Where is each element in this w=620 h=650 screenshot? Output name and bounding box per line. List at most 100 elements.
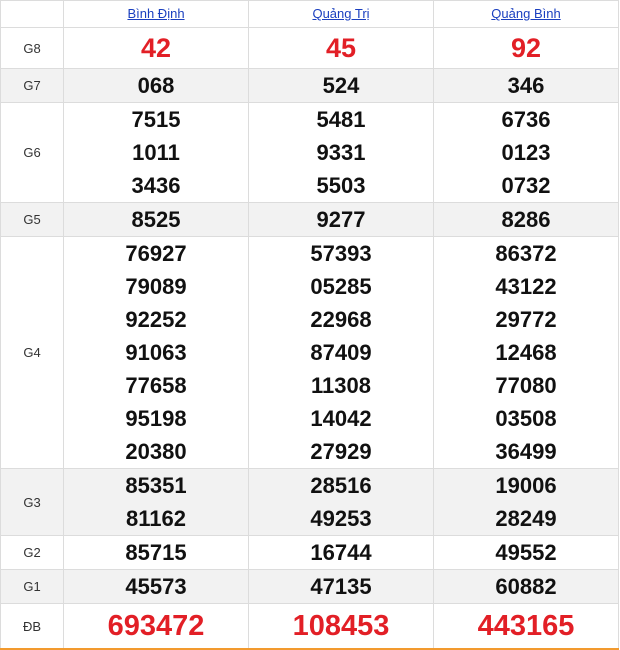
prize-cell: 45573 — [63, 569, 249, 604]
prize-number: 49552 — [495, 540, 557, 565]
prize-number: 60882 — [495, 574, 557, 599]
header-corner — [0, 0, 64, 28]
prize-number: 1011 — [132, 140, 180, 165]
prize-number: 6736 — [501, 107, 551, 132]
prize-number: 28516 — [310, 473, 372, 498]
prize-cell: 19006 28249 — [433, 468, 619, 536]
special-prize-number: 693472 — [107, 610, 205, 642]
prize-number: 27929 — [310, 439, 372, 464]
prize-number: 86372 — [495, 241, 557, 266]
header-province-1: Bình Định — [63, 0, 249, 28]
prize-number: 3436 — [131, 173, 181, 198]
special-prize-number: 443165 — [477, 610, 575, 642]
lottery-results-table: Bình Định Quảng Trị Quảng Bình G8 42 45 … — [0, 0, 619, 649]
prize-cell: 28516 49253 — [248, 468, 434, 536]
prize-label: G6 — [0, 102, 64, 203]
prize-number: 9277 — [316, 207, 366, 232]
prize-number: 47135 — [310, 574, 372, 599]
prize-number: 77658 — [125, 373, 187, 398]
prize-number: 29772 — [495, 307, 557, 332]
province-header-row: Bình Định Quảng Trị Quảng Bình — [0, 0, 619, 28]
prize-cell: 524 — [248, 68, 434, 103]
prize-label: G5 — [0, 202, 64, 237]
prize-number: 43122 — [495, 274, 557, 299]
prize-row-special: ĐB 693472 108453 443165 — [0, 603, 619, 649]
prize-cell: 49552 — [433, 535, 619, 570]
province-link-quang-tri[interactable]: Quảng Trị — [312, 6, 369, 21]
prize-number: 36499 — [495, 439, 557, 464]
prize-number: 77080 — [495, 373, 557, 398]
prize-label: G7 — [0, 68, 64, 103]
header-province-3: Quảng Bình — [433, 0, 619, 28]
prize-cell: 443165 — [433, 603, 619, 649]
prize-number: 524 — [322, 73, 360, 98]
prize-row-g1: G1 45573 47135 60882 — [0, 569, 619, 604]
prize-label: G2 — [0, 535, 64, 570]
prize-label: G4 — [0, 236, 64, 469]
prize-number: 45 — [325, 33, 357, 63]
prize-number: 95198 — [125, 406, 187, 431]
prize-number: 28249 — [495, 506, 557, 531]
prize-number: 12468 — [495, 340, 557, 365]
prize-number: 22968 — [310, 307, 372, 332]
prize-number: 49253 — [310, 506, 372, 531]
prize-number: 42 — [140, 33, 172, 63]
prize-number: 7515 — [131, 107, 181, 132]
prize-row-g2: G2 85715 16744 49552 — [0, 535, 619, 570]
prize-number: 87409 — [310, 340, 372, 365]
prize-number: 57393 — [310, 241, 372, 266]
prize-cell: 8525 — [63, 202, 249, 237]
prize-number: 91063 — [125, 340, 187, 365]
prize-cell: 693472 — [63, 603, 249, 649]
prize-number: 92252 — [125, 307, 187, 332]
prize-cell: 86372 43122 29772 12468 77080 03508 3649… — [433, 236, 619, 469]
prize-cell: 57393 05285 22968 87409 11308 14042 2792… — [248, 236, 434, 469]
prize-row-g3: G3 85351 81162 28516 49253 19006 28249 — [0, 468, 619, 536]
prize-cell: 85351 81162 — [63, 468, 249, 536]
prize-number: 16744 — [310, 540, 372, 565]
prize-number: 05285 — [310, 274, 372, 299]
prize-cell: 16744 — [248, 535, 434, 570]
prize-number: 0732 — [501, 173, 551, 198]
prize-cell: 60882 — [433, 569, 619, 604]
prize-number: 85351 — [125, 473, 187, 498]
prize-row-g6: G6 7515 1011 3436 5481 9331 5503 6736 01… — [0, 102, 619, 203]
province-link-quang-binh[interactable]: Quảng Bình — [491, 6, 560, 21]
prize-cell: 9277 — [248, 202, 434, 237]
prize-cell: 42 — [63, 27, 249, 69]
prize-number: 0123 — [501, 140, 551, 165]
prize-cell: 47135 — [248, 569, 434, 604]
prize-number: 14042 — [310, 406, 372, 431]
prize-number: 5503 — [316, 173, 366, 198]
prize-row-g7: G7 068 524 346 — [0, 68, 619, 103]
prize-number: 79089 — [125, 274, 187, 299]
prize-cell: 7515 1011 3436 — [63, 102, 249, 203]
prize-number: 76927 — [125, 241, 187, 266]
prize-number: 19006 — [495, 473, 557, 498]
prize-row-g4: G4 76927 79089 92252 91063 77658 95198 2… — [0, 236, 619, 469]
prize-number: 45573 — [125, 574, 187, 599]
prize-number: 11308 — [311, 373, 371, 398]
prize-cell: 85715 — [63, 535, 249, 570]
province-link-binh-dinh[interactable]: Bình Định — [127, 6, 184, 21]
prize-cell: 068 — [63, 68, 249, 103]
prize-cell: 76927 79089 92252 91063 77658 95198 2038… — [63, 236, 249, 469]
prize-label: G1 — [0, 569, 64, 604]
prize-number: 9331 — [316, 140, 366, 165]
prize-number: 346 — [507, 73, 545, 98]
header-province-2: Quảng Trị — [248, 0, 434, 28]
prize-number: 5481 — [316, 107, 366, 132]
prize-number: 85715 — [125, 540, 187, 565]
prize-cell: 108453 — [248, 603, 434, 649]
prize-number: 92 — [510, 33, 542, 63]
prize-label: G8 — [0, 27, 64, 69]
prize-cell: 45 — [248, 27, 434, 69]
prize-number: 81162 — [126, 506, 186, 531]
prize-row-g8: G8 42 45 92 — [0, 27, 619, 69]
prize-label: G3 — [0, 468, 64, 536]
prize-cell: 346 — [433, 68, 619, 103]
special-prize-number: 108453 — [292, 610, 390, 642]
prize-cell: 8286 — [433, 202, 619, 237]
prize-number: 03508 — [495, 406, 557, 431]
prize-number: 068 — [137, 73, 175, 98]
